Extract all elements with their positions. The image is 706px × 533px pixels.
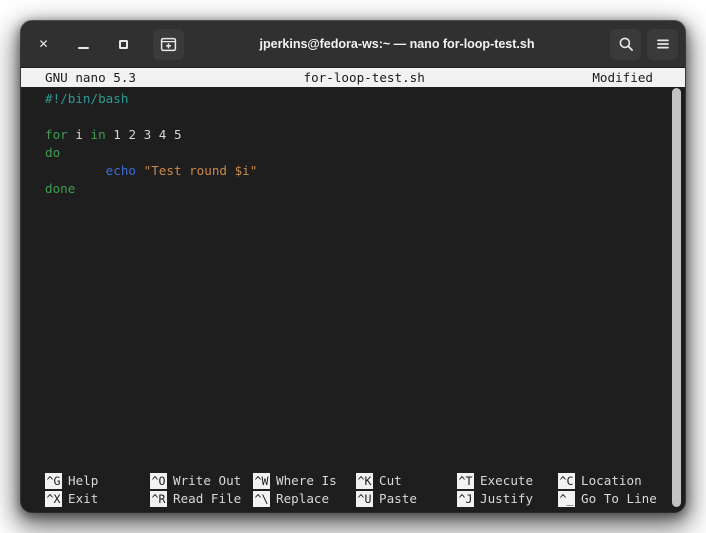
shortcut-label: Justify: [480, 491, 534, 506]
shortcut-column: ^W Where Is ^\ Replace: [253, 472, 356, 508]
code-token: echo: [105, 163, 137, 178]
shortcut-label: Help: [68, 473, 99, 488]
shortcut-column: ^O Write Out ^R Read File: [150, 472, 253, 508]
shortcut-column: ^C Location ^_ Go To Line: [558, 472, 678, 508]
terminal-content[interactable]: GNU nano 5.3 for-loop-test.sh Modified #…: [21, 68, 685, 512]
shortcut-item[interactable]: ^J Justify: [457, 490, 558, 508]
window-titlebar: jperkins@fedora-ws:~ — nano for-loop-tes…: [21, 21, 685, 68]
code-token: in: [90, 127, 106, 142]
code-token: #!/bin/bash: [45, 91, 129, 106]
shortcut-item[interactable]: ^K Cut: [356, 472, 457, 490]
shortcut-key: ^K: [356, 473, 373, 489]
shortcut-label: Where Is: [276, 473, 337, 488]
shortcut-key: ^_: [558, 491, 575, 507]
code-line: done: [45, 180, 685, 198]
search-button[interactable]: [610, 28, 641, 60]
code-line: #!/bin/bash: [45, 90, 685, 108]
shortcut-key: ^R: [150, 491, 167, 507]
shortcut-label: Replace: [276, 491, 330, 506]
shortcut-label: Cut: [379, 473, 402, 488]
shortcut-item[interactable]: ^T Execute: [457, 472, 558, 490]
maximize-button[interactable]: [108, 29, 139, 60]
desktop-backdrop: jperkins@fedora-ws:~ — nano for-loop-tes…: [0, 0, 706, 533]
shortcut-key: ^U: [356, 491, 373, 507]
shortcut-key: ^G: [45, 473, 62, 489]
shortcut-key: ^O: [150, 473, 167, 489]
code-line: do: [45, 144, 685, 162]
hamburger-menu-icon: [656, 39, 669, 49]
shortcut-label: Write Out: [173, 473, 242, 488]
shortcut-label: Exit: [68, 491, 99, 506]
shortcut-label: Location: [581, 473, 642, 488]
nano-title-line: GNU nano 5.3 for-loop-test.sh Modified: [21, 68, 685, 87]
nano-modified-status: Modified: [592, 69, 653, 85]
terminal-scrollbar-thumb[interactable]: [672, 88, 681, 507]
code-line: echo "Test round $i": [45, 162, 685, 180]
shortcut-column: ^T Execute ^J Justify: [457, 472, 558, 508]
shortcut-label: Read File: [173, 491, 242, 506]
shortcut-item[interactable]: ^R Read File: [150, 490, 253, 508]
code-token: done: [45, 181, 76, 196]
nano-version-label: GNU nano 5.3: [45, 69, 136, 85]
search-icon: [619, 37, 633, 52]
shortcut-column: ^G Help ^X Exit: [45, 472, 150, 508]
nano-shortcut-bar: ^G Help ^X Exit ^O Write Out ^R Read File ^W Wher…: [21, 472, 685, 512]
code-token: do: [45, 145, 61, 160]
new-terminal-icon: [160, 37, 177, 51]
code-token: for: [45, 127, 68, 142]
window-title: jperkins@fedora-ws:~ — nano for-loop-tes…: [259, 37, 535, 51]
terminal-window: jperkins@fedora-ws:~ — nano for-loop-tes…: [21, 21, 685, 512]
nano-filename-label: for-loop-test.sh: [303, 69, 425, 85]
new-terminal-button[interactable]: [153, 28, 184, 60]
shortcut-item[interactable]: ^G Help: [45, 472, 150, 490]
shortcut-item[interactable]: ^C Location: [558, 472, 678, 490]
terminal-scrollbar[interactable]: [672, 88, 681, 507]
shortcut-item[interactable]: ^X Exit: [45, 490, 150, 508]
shortcut-key: ^\: [253, 491, 270, 507]
shortcut-key: ^X: [45, 491, 62, 507]
shortcut-label: Go To Line: [581, 491, 657, 506]
close-button[interactable]: [28, 29, 59, 60]
shortcut-label: Paste: [379, 491, 417, 506]
shortcut-item[interactable]: ^W Where Is: [253, 472, 356, 490]
code-token: i: [75, 127, 83, 142]
shortcut-key: ^C: [558, 473, 575, 489]
shortcut-label: Execute: [480, 473, 534, 488]
code-line: for i in 1 2 3 4 5: [45, 126, 685, 144]
shortcut-item[interactable]: ^\ Replace: [253, 490, 356, 508]
shortcut-item[interactable]: ^_ Go To Line: [558, 490, 678, 508]
shortcut-column: ^K Cut ^U Paste: [356, 472, 457, 508]
titlebar-actions: [610, 28, 678, 60]
shortcut-key: ^T: [457, 473, 474, 489]
minimize-button[interactable]: [68, 29, 99, 60]
shortcut-key: ^W: [253, 473, 270, 489]
close-icon: [38, 35, 48, 53]
minimize-icon: [78, 46, 89, 49]
maximize-icon: [119, 39, 128, 49]
code-token: "Test round $i": [143, 163, 258, 178]
code-token: 1 2 3 4 5: [105, 127, 182, 142]
shortcut-item[interactable]: ^U Paste: [356, 490, 457, 508]
shortcut-key: ^J: [457, 491, 474, 507]
nano-editor-buffer[interactable]: #!/bin/bash for i in 1 2 3 4 5 do echo "T…: [21, 87, 685, 456]
main-menu-button[interactable]: [647, 28, 678, 60]
shortcut-item[interactable]: ^O Write Out: [150, 472, 253, 490]
